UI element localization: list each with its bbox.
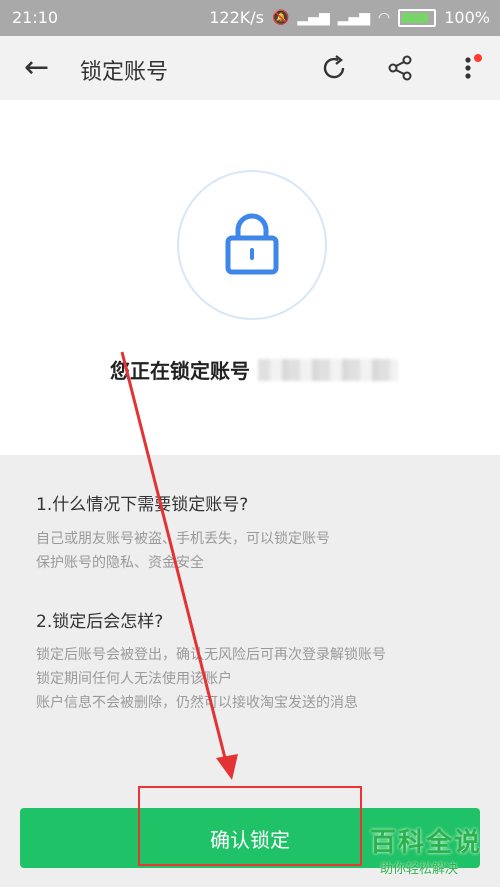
- annotation-arrow: [120, 351, 238, 780]
- watermark-logo: 百科全说 助你轻松解决: [370, 822, 490, 880]
- watermark-main-text: 百科全说: [370, 828, 483, 858]
- watermark-sub-text: 助你轻松解决: [380, 862, 459, 877]
